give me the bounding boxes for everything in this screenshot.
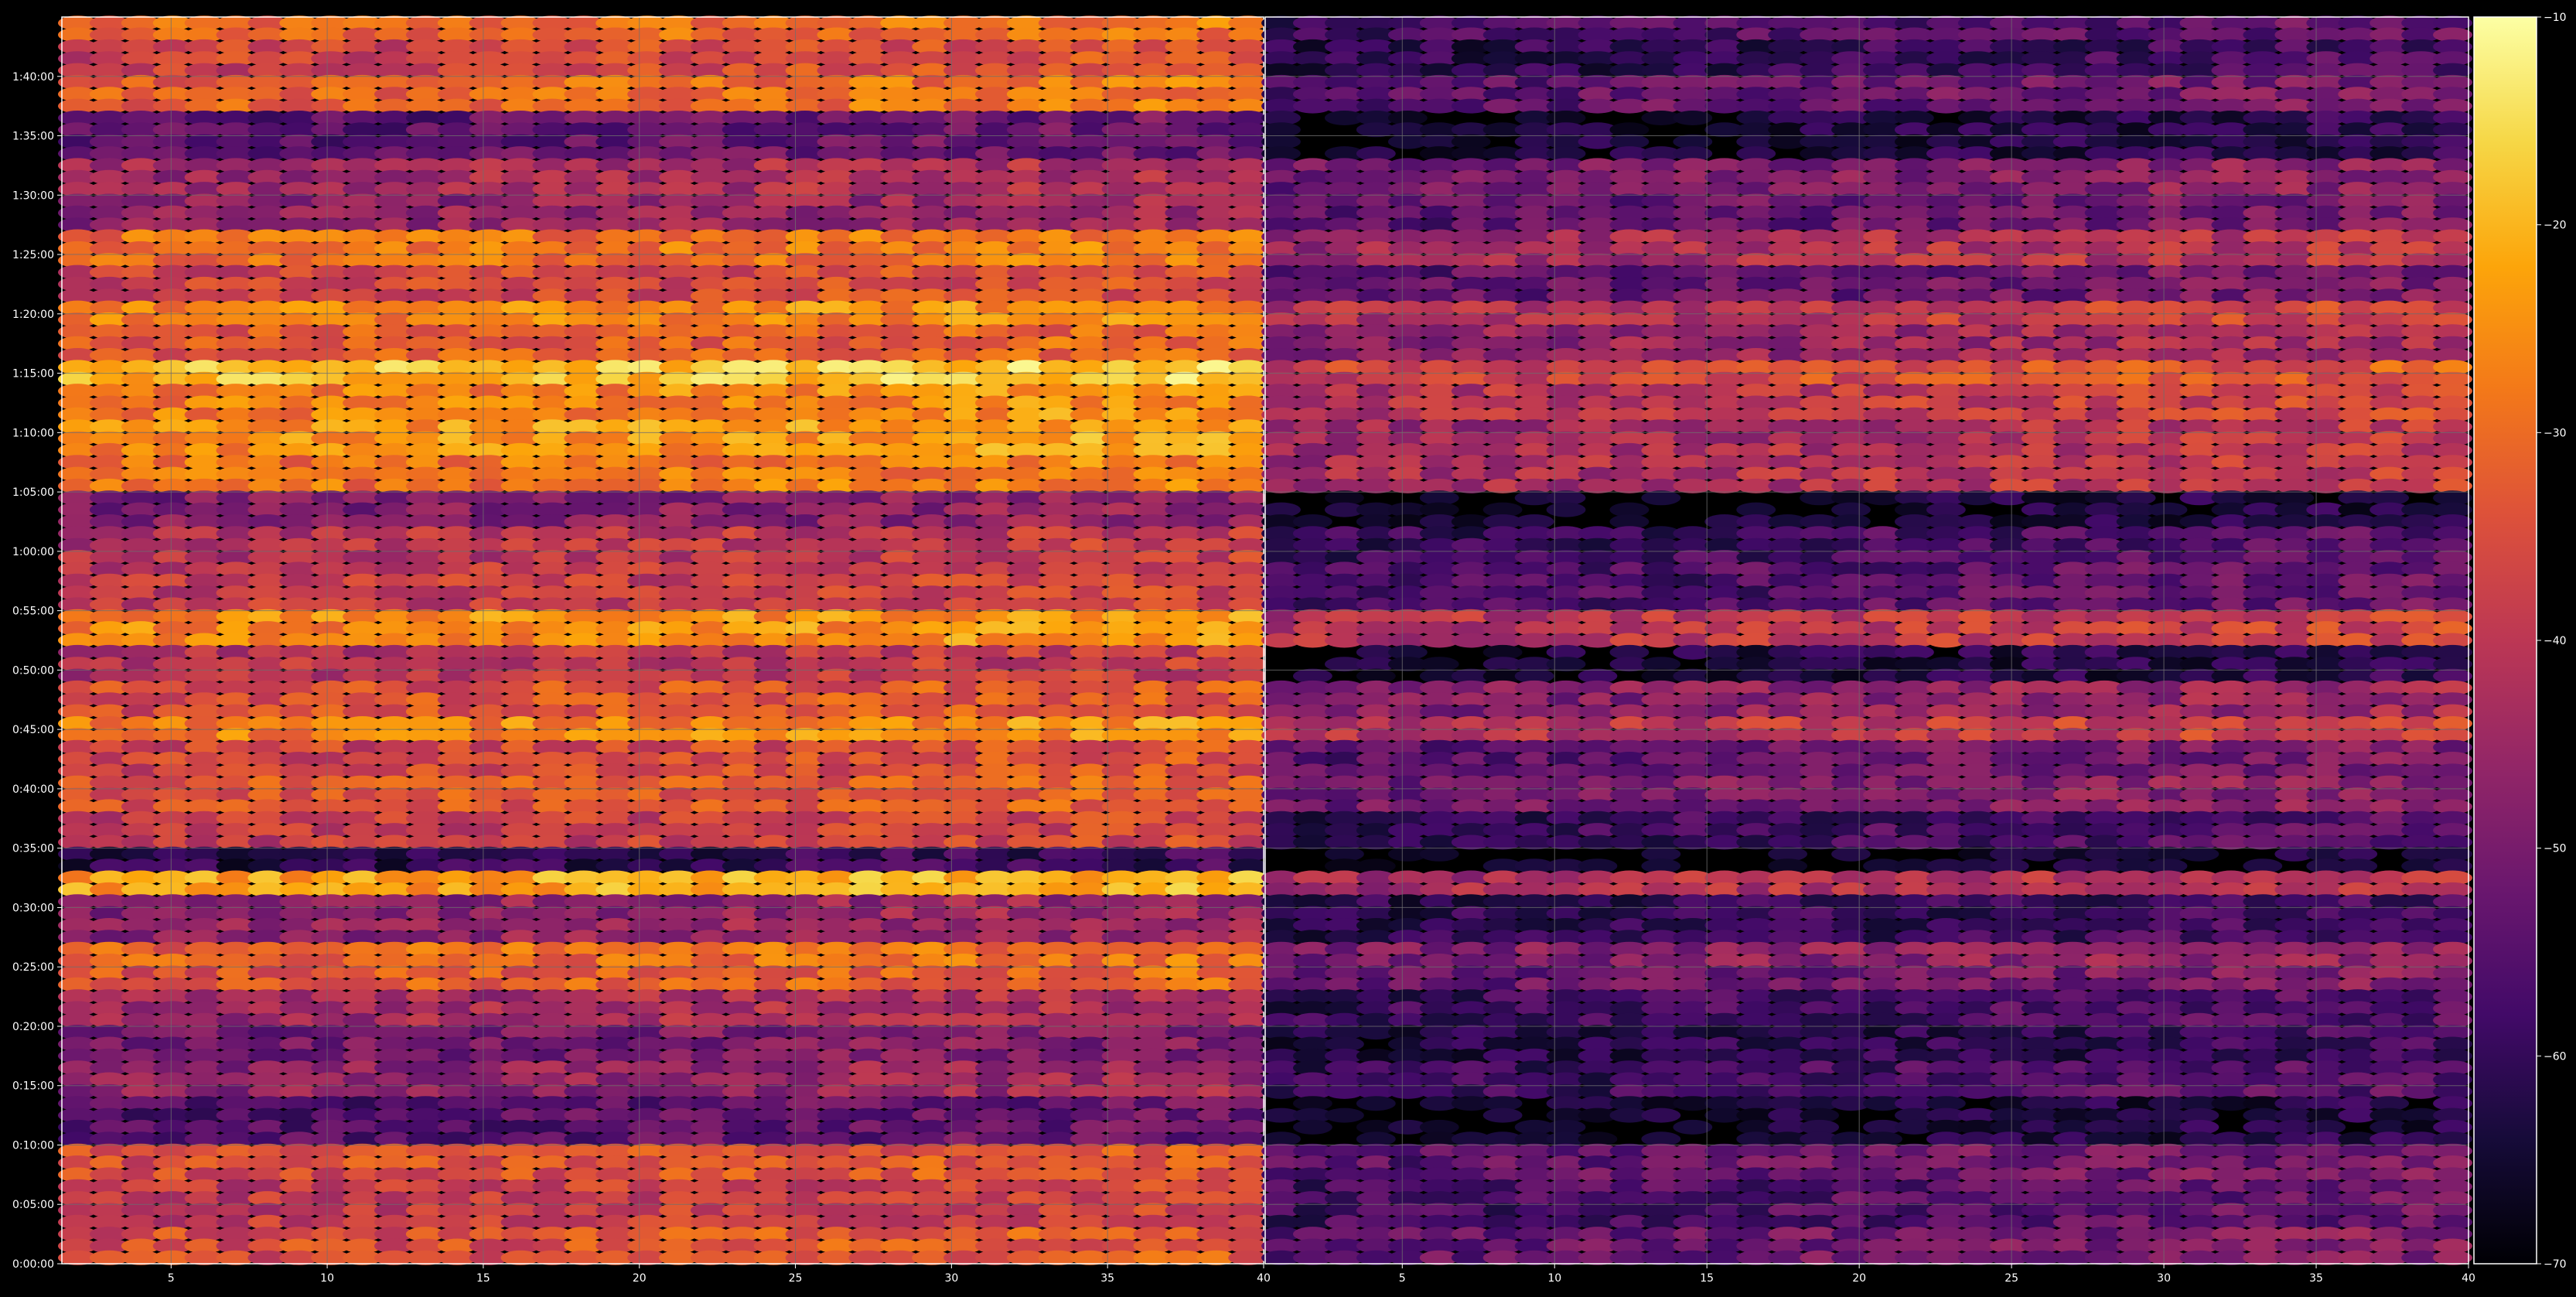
x-tick-label: 15 (476, 1272, 490, 1285)
heatmap-panel-1: 5 10 15 20 25 30 35 40 (58, 15, 1271, 1285)
x-tick-label: 25 (789, 1272, 803, 1285)
heatmap-panel-2: 510152025303540 (1261, 15, 2475, 1285)
heatmap-cell (1673, 111, 1712, 125)
spectrogram-chart: 5101520253035405101520253035400:00:000:0… (0, 0, 2576, 1293)
x-tick-label: 40 (1257, 1272, 1271, 1285)
x-tick-label: 30 (944, 1272, 958, 1285)
x-tick-label: 5 (168, 1272, 175, 1285)
x-tick-label: 35 (1100, 1272, 1114, 1285)
x-tick-label: 10 (320, 1272, 334, 1285)
x-tick-label: 20 (633, 1272, 647, 1285)
